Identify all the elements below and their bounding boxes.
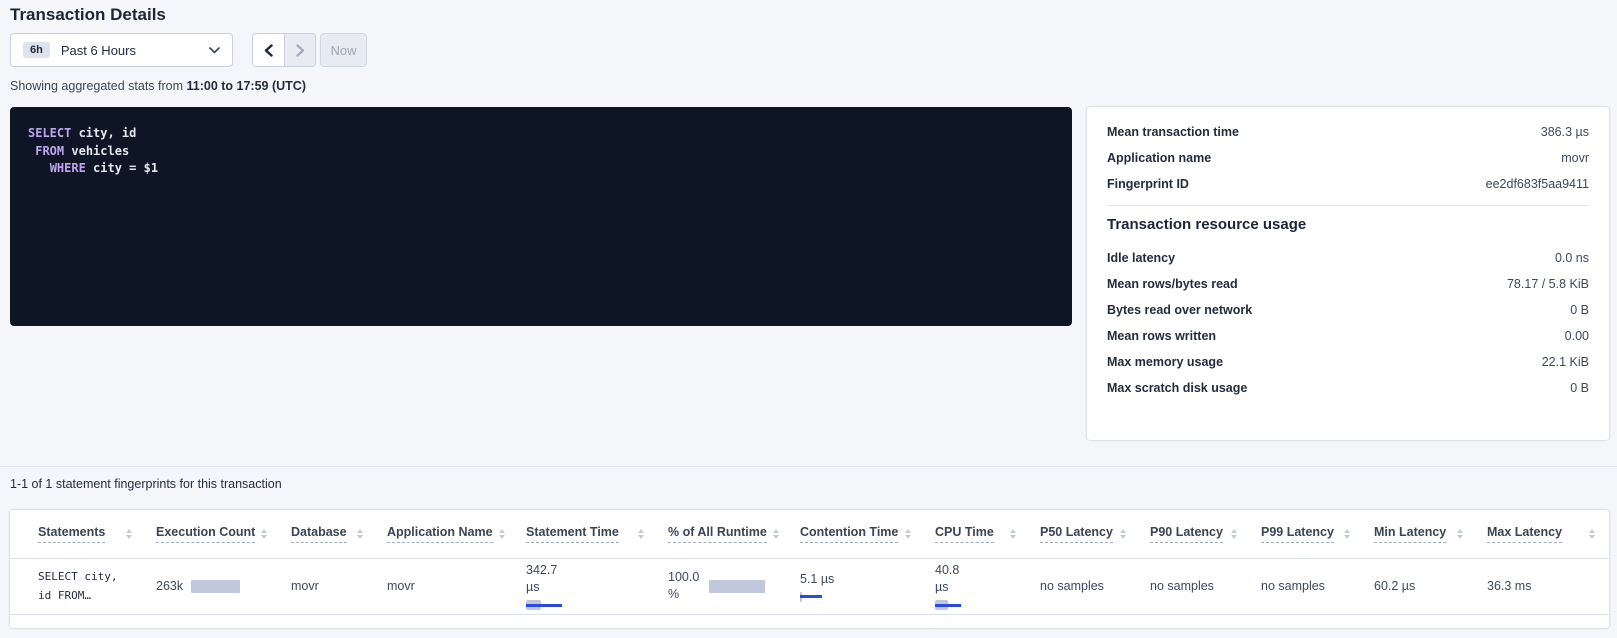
max-latency-cell: 36.3 ms: [1477, 558, 1609, 614]
summary-value: 386.3 µs: [1541, 125, 1589, 139]
cpu-time-cell: 40.8 µs: [925, 558, 1030, 614]
summary-row: Bytes read over network 0 B: [1107, 297, 1589, 323]
application-name-cell: movr: [377, 558, 516, 614]
next-interval-button[interactable]: [284, 34, 315, 66]
sql-line: SELECT city, id: [28, 125, 1054, 143]
sort-icon[interactable]: [1344, 529, 1350, 539]
column-header-database[interactable]: Database: [291, 525, 347, 543]
time-range-dropdown[interactable]: 6h Past 6 Hours: [10, 33, 233, 67]
summary-label: Mean rows/bytes read: [1107, 277, 1238, 291]
runtime-bar: [709, 580, 765, 593]
sort-icon[interactable]: [1457, 529, 1463, 539]
statement-time-cell: 342.7 µs: [516, 558, 658, 614]
summary-value: 0 B: [1570, 381, 1589, 395]
summary-row: Max memory usage 22.1 KiB: [1107, 349, 1589, 375]
execution-count-cell: 263k: [156, 579, 281, 593]
statement-time-bar: [526, 600, 562, 610]
summary-value: 0.0 ns: [1555, 251, 1589, 265]
summary-label: Max memory usage: [1107, 355, 1223, 369]
statement-row[interactable]: SELECT city,id FROM… 263k movr movr 342.…: [10, 558, 1609, 614]
statements-table: Statements Execution Count Database Appl…: [10, 510, 1609, 615]
column-header-cpu-time[interactable]: CPU Time: [935, 525, 994, 543]
sort-icon[interactable]: [1010, 529, 1016, 539]
sort-icon[interactable]: [1231, 529, 1237, 539]
statements-table-card: Statements Execution Count Database Appl…: [10, 510, 1609, 628]
summary-value: ee2df683f5aa9411: [1486, 177, 1589, 191]
summary-row: Fingerprint ID ee2df683f5aa9411: [1107, 171, 1589, 197]
column-header-statements[interactable]: Statements: [38, 525, 105, 543]
transaction-summary-card: Mean transaction time 386.3 µs Applicati…: [1087, 107, 1609, 440]
sql-line: FROM vehicles: [28, 143, 1054, 161]
column-header-p90-latency[interactable]: P90 Latency: [1150, 525, 1223, 543]
stats-period-prefix: Showing aggregated stats from: [10, 79, 187, 93]
summary-value: 0.00: [1565, 329, 1589, 343]
min-latency-cell: 60.2 µs: [1364, 558, 1477, 614]
page-title: Transaction Details: [10, 5, 166, 25]
summary-label: Fingerprint ID: [1107, 177, 1189, 191]
cpu-time-bar: [935, 600, 961, 610]
sort-icon[interactable]: [1589, 529, 1595, 539]
statements-count-caption: 1-1 of 1 statement fingerprints for this…: [10, 477, 282, 491]
sort-icon[interactable]: [357, 529, 363, 539]
chevron-down-icon: [209, 47, 220, 54]
summary-value: 0 B: [1570, 303, 1589, 317]
time-range-label: Past 6 Hours: [61, 43, 136, 58]
summary-label: Application name: [1107, 151, 1211, 165]
contention-time-bar: [800, 592, 822, 602]
summary-label: Mean rows written: [1107, 329, 1216, 343]
column-header-runtime[interactable]: % of All Runtime: [668, 525, 767, 543]
summary-value: movr: [1561, 151, 1589, 165]
time-range-badge: 6h: [23, 42, 50, 58]
summary-row: Idle latency 0.0 ns: [1107, 245, 1589, 271]
column-header-min-latency[interactable]: Min Latency: [1374, 525, 1446, 543]
p99-latency-cell: no samples: [1251, 558, 1364, 614]
sort-icon[interactable]: [261, 529, 267, 539]
time-pager: [252, 33, 316, 67]
sort-icon[interactable]: [773, 529, 779, 539]
summary-value: 78.17 / 5.8 KiB: [1507, 277, 1589, 291]
summary-label: Max scratch disk usage: [1107, 381, 1247, 395]
sql-statement-card: SELECT city, id FROM vehicles WHERE city…: [10, 107, 1072, 326]
column-header-statement-time[interactable]: Statement Time: [526, 525, 619, 543]
column-header-p50-latency[interactable]: P50 Latency: [1040, 525, 1113, 543]
previous-interval-button[interactable]: [253, 34, 284, 66]
p50-latency-cell: no samples: [1030, 558, 1140, 614]
column-header-application-name[interactable]: Application Name: [387, 525, 493, 543]
execution-count-bar: [191, 580, 240, 593]
summary-row: Max scratch disk usage 0 B: [1107, 375, 1589, 401]
stats-period-range: 11:00 to 17:59 (UTC): [187, 79, 306, 93]
summary-row: Application name movr: [1107, 145, 1589, 171]
summary-value: 22.1 KiB: [1542, 355, 1589, 369]
column-header-execution-count[interactable]: Execution Count: [156, 525, 255, 543]
contention-time-cell: 5.1 µs: [790, 558, 925, 614]
summary-row: Mean rows/bytes read 78.17 / 5.8 KiB: [1107, 271, 1589, 297]
sql-line: WHERE city = $1: [28, 160, 1054, 178]
summary-label: Bytes read over network: [1107, 303, 1252, 317]
sort-icon[interactable]: [126, 529, 132, 539]
column-header-max-latency[interactable]: Max Latency: [1487, 525, 1562, 543]
summary-row: Mean rows written 0.00: [1107, 323, 1589, 349]
section-divider: [0, 466, 1617, 467]
sort-icon[interactable]: [638, 529, 644, 539]
summary-divider: [1107, 205, 1589, 206]
sort-icon[interactable]: [905, 529, 911, 539]
column-header-contention-time[interactable]: Contention Time: [800, 525, 898, 543]
column-header-p99-latency[interactable]: P99 Latency: [1261, 525, 1334, 543]
runtime-cell: 100.0 %: [658, 558, 790, 614]
sort-icon[interactable]: [499, 529, 505, 539]
summary-label: Idle latency: [1107, 251, 1175, 265]
table-header-row: Statements Execution Count Database Appl…: [10, 510, 1609, 558]
stats-period-text: Showing aggregated stats from 11:00 to 1…: [10, 79, 306, 93]
database-cell: movr: [281, 558, 377, 614]
now-button[interactable]: Now: [320, 33, 367, 67]
statement-fingerprint-link[interactable]: SELECT city,id FROM…: [38, 567, 146, 605]
sort-icon[interactable]: [1120, 529, 1126, 539]
resource-usage-title: Transaction resource usage: [1107, 216, 1589, 233]
summary-label: Mean transaction time: [1107, 125, 1239, 139]
p90-latency-cell: no samples: [1140, 558, 1251, 614]
summary-row: Mean transaction time 386.3 µs: [1107, 119, 1589, 145]
